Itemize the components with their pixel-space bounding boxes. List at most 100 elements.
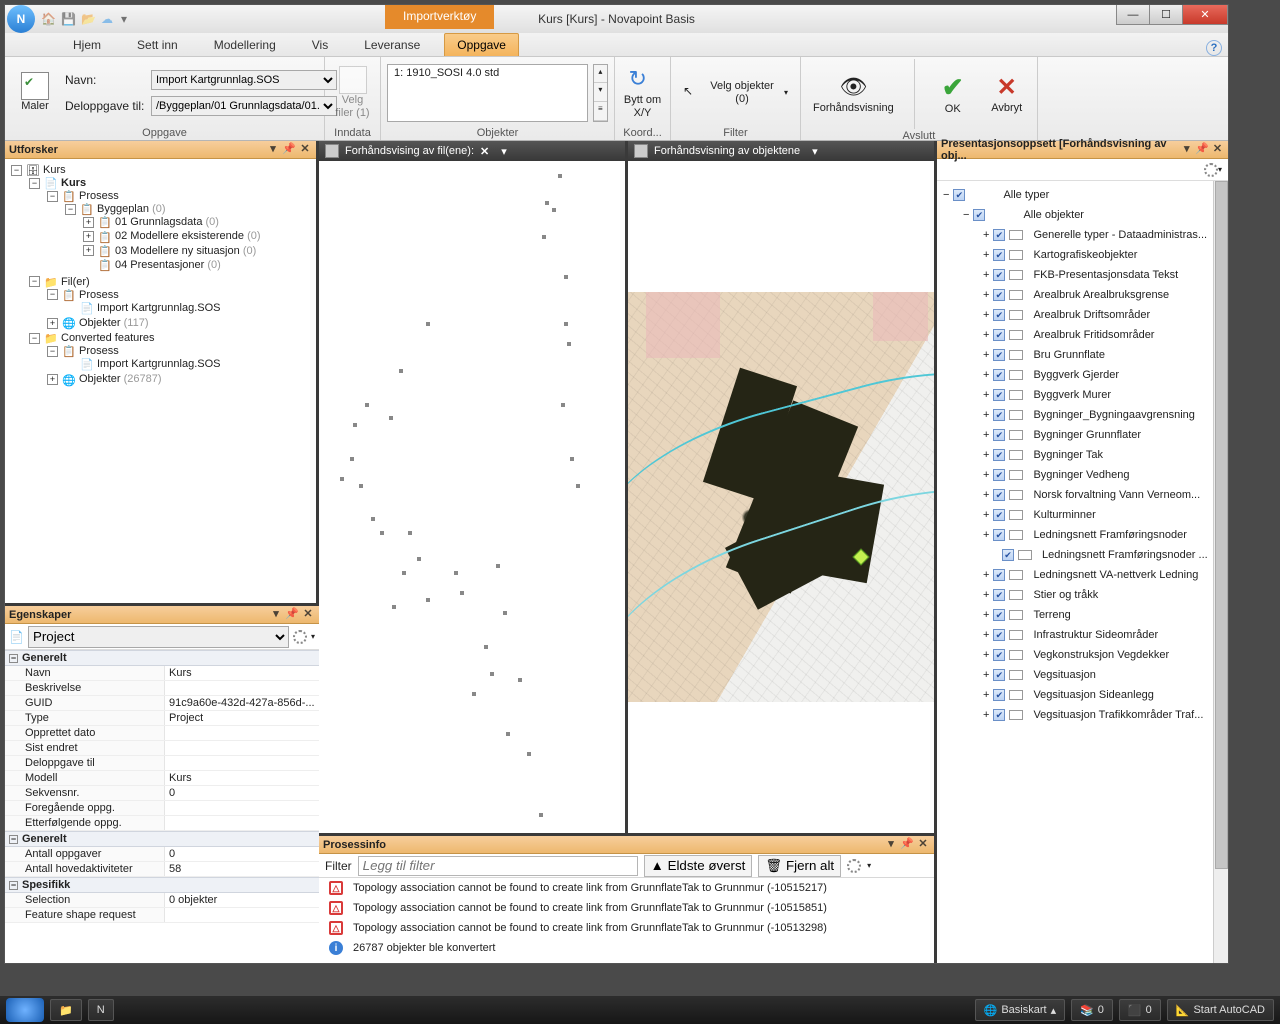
presentation-item[interactable]: +✔FKB-Presentasjonsdata Tekst	[983, 265, 1226, 285]
checkbox[interactable]: ✔	[953, 189, 965, 201]
presentation-item[interactable]: +✔Ledningsnett Framføringsnoder	[983, 525, 1226, 545]
property-row[interactable]: TypeProject	[5, 711, 319, 726]
checkbox[interactable]: ✔	[993, 529, 1005, 541]
presentation-item[interactable]: ✔Ledningsnett Framføringsnoder ...	[983, 545, 1226, 565]
presentation-item[interactable]: +✔Infrastruktur Sideområder	[983, 625, 1226, 645]
navn-field[interactable]: Import Kartgrunnlag.SOS	[151, 70, 337, 90]
panel-menu-icon[interactable]: ▾	[266, 143, 280, 157]
presentation-item[interactable]: +✔Arealbruk Driftsområder	[983, 305, 1226, 325]
objekter-listbox[interactable]: 1: 1910_SOSI 4.0 std	[387, 64, 588, 122]
taskbar-item[interactable]: N	[88, 999, 114, 1021]
checkbox[interactable]: ✔	[993, 569, 1005, 581]
checkbox[interactable]: ✔	[993, 629, 1005, 641]
taskbar-item[interactable]: 📁	[50, 999, 82, 1021]
checkbox[interactable]: ✔	[993, 349, 1005, 361]
presentation-tree[interactable]: −✔Alle typer −✔Alle objekter +✔Generelle…	[937, 181, 1228, 963]
cancel-button[interactable]: ✕ Avbryt	[983, 71, 1031, 117]
checkbox[interactable]: ✔	[993, 689, 1005, 701]
tab-leveranse[interactable]: Leveranse	[352, 34, 432, 56]
presentation-item[interactable]: +✔Kulturminner	[983, 505, 1226, 525]
start-autocad-button[interactable]: 📐 Start AutoCAD	[1167, 999, 1274, 1021]
property-row[interactable]: ModellKurs	[5, 771, 319, 786]
property-row[interactable]: Opprettet dato	[5, 726, 319, 741]
close-view-icon[interactable]: ✕	[480, 145, 489, 158]
checkbox[interactable]: ✔	[993, 309, 1005, 321]
preview-button[interactable]: 👁 Forhåndsvisning	[807, 72, 900, 117]
property-row[interactable]: Feature shape request	[5, 908, 319, 923]
presentation-item[interactable]: +✔Norsk forvaltning Vann Verneom...	[983, 485, 1226, 505]
other-indicator[interactable]: ⬛ 0	[1119, 999, 1161, 1021]
listbox-scrollbar[interactable]: ▴▾≡	[593, 64, 608, 122]
property-row[interactable]: Deloppgave til	[5, 756, 319, 771]
presentation-item[interactable]: +✔Vegkonstruksjon Vegdekker	[983, 645, 1226, 665]
checkbox[interactable]: ✔	[993, 289, 1005, 301]
panel-close-icon[interactable]: ✕	[298, 143, 312, 157]
checkbox[interactable]: ✔	[993, 509, 1005, 521]
tab-oppgave[interactable]: Oppgave	[444, 33, 519, 56]
ok-button[interactable]: ✔ OK	[929, 70, 977, 118]
property-grid[interactable]: −Generelt NavnKursBeskrivelseGUID91c9a60…	[5, 650, 319, 963]
property-row[interactable]: Beskrivelse	[5, 681, 319, 696]
preview-scatter[interactable]	[319, 161, 625, 833]
properties-selector[interactable]: Project	[28, 626, 289, 648]
clear-button[interactable]: 🗑 Fjern alt	[758, 855, 841, 877]
gear-icon[interactable]	[847, 859, 861, 873]
bytt-xy-button[interactable]: ↻ Bytt om X/Y	[619, 64, 667, 121]
home-icon[interactable]: 🏠	[41, 12, 55, 26]
presentation-item[interactable]: +✔Byggverk Murer	[983, 385, 1226, 405]
basiskart-button[interactable]: 🌐 Basiskart ▴	[975, 999, 1065, 1021]
checkbox[interactable]: ✔	[993, 489, 1005, 501]
presentation-item[interactable]: +✔Bygninger Grunnflater	[983, 425, 1226, 445]
property-row[interactable]: Selection0 objekter	[5, 893, 319, 908]
checkbox[interactable]: ✔	[993, 469, 1005, 481]
maler-button[interactable]: ✔ Maler	[11, 70, 59, 115]
more-icon[interactable]: ▾	[121, 12, 135, 26]
presentation-item[interactable]: +✔Arealbruk Arealbruksgrense	[983, 285, 1226, 305]
scrollbar[interactable]	[1213, 181, 1228, 963]
gear-icon[interactable]	[293, 630, 307, 644]
checkbox[interactable]: ✔	[993, 709, 1005, 721]
presentation-item[interactable]: +✔Kartografiskeobjekter	[983, 245, 1226, 265]
presentation-item[interactable]: +✔Generelle typer - Dataadministras...	[983, 225, 1226, 245]
checkbox[interactable]: ✔	[993, 589, 1005, 601]
presentation-item[interactable]: +✔Arealbruk Fritidsområder	[983, 325, 1226, 345]
help-icon[interactable]: ?	[1206, 40, 1222, 56]
save-icon[interactable]: 💾	[61, 12, 75, 26]
tab-modellering[interactable]: Modellering	[202, 34, 288, 56]
checkbox[interactable]: ✔	[993, 409, 1005, 421]
checkbox[interactable]: ✔	[993, 269, 1005, 281]
cloud-icon[interactable]: ☁	[101, 12, 115, 26]
sort-button[interactable]: ▲ Eldste øverst	[644, 855, 753, 877]
layers-indicator[interactable]: 📚 0	[1071, 999, 1113, 1021]
checkbox[interactable]: ✔	[993, 429, 1005, 441]
tab-hjem[interactable]: Hjem	[61, 34, 113, 56]
checkbox[interactable]: ✔	[993, 449, 1005, 461]
presentation-item[interactable]: +✔Bygninger Vedheng	[983, 465, 1226, 485]
property-row[interactable]: Etterfølgende oppg.	[5, 816, 319, 831]
presentation-item[interactable]: +✔Terreng	[983, 605, 1226, 625]
checkbox[interactable]: ✔	[993, 649, 1005, 661]
presentation-item[interactable]: +✔Bygninger_Bygningaavgrensning	[983, 405, 1226, 425]
close-button[interactable]: ✕	[1182, 5, 1228, 25]
presentation-item[interactable]: +✔Byggverk Gjerder	[983, 365, 1226, 385]
presentation-item[interactable]: +✔Vegsituasjon	[983, 665, 1226, 685]
map-preview[interactable]	[628, 161, 934, 833]
property-row[interactable]: Sist endret	[5, 741, 319, 756]
panel-pin-icon[interactable]: 📌	[282, 143, 296, 157]
presentation-item[interactable]: +✔Stier og tråkk	[983, 585, 1226, 605]
presentation-item[interactable]: +✔Vegsituasjon Sideanlegg	[983, 685, 1226, 705]
checkbox[interactable]: ✔	[1002, 549, 1014, 561]
checkbox[interactable]: ✔	[993, 669, 1005, 681]
checkbox[interactable]: ✔	[993, 329, 1005, 341]
presentation-item[interactable]: +✔Bygninger Tak	[983, 445, 1226, 465]
checkbox[interactable]: ✔	[993, 369, 1005, 381]
tab-settinn[interactable]: Sett inn	[125, 34, 190, 56]
velg-objekter-button[interactable]: ↖ Velg objekter (0)▾	[677, 78, 794, 107]
presentation-item[interactable]: +✔Ledningsnett VA-nettverk Ledning	[983, 565, 1226, 585]
tab-vis[interactable]: Vis	[300, 34, 340, 56]
minimize-button[interactable]: —	[1116, 5, 1150, 25]
filter-input[interactable]	[358, 856, 638, 876]
property-row[interactable]: Foregående oppg.	[5, 801, 319, 816]
process-log[interactable]: △Topology association cannot be found to…	[319, 878, 934, 963]
maximize-button[interactable]: ☐	[1149, 5, 1183, 25]
